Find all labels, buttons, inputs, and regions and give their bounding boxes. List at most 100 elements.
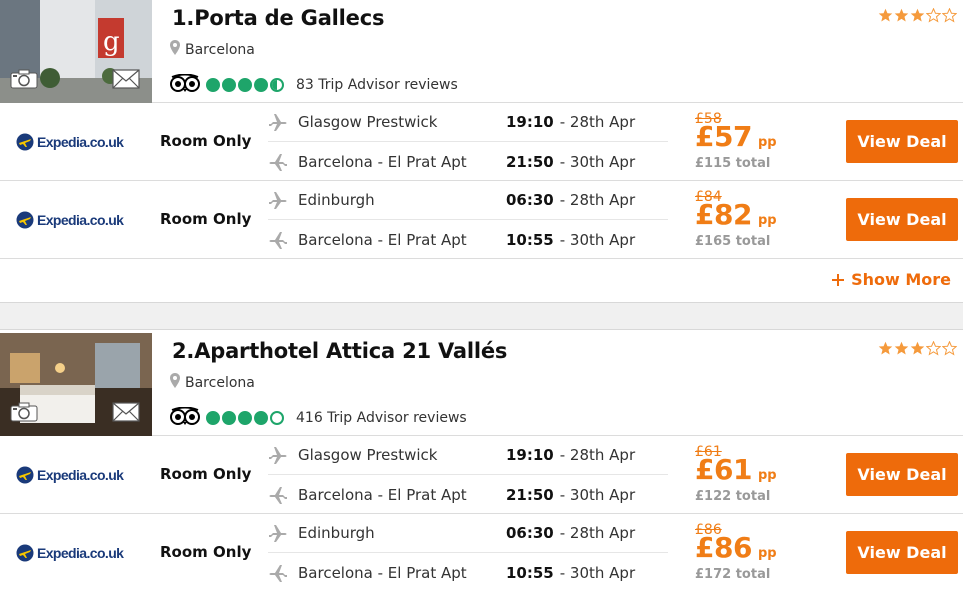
- provider-logo[interactable]: Expedia.co.uk: [16, 133, 124, 151]
- outbound-flight: Edinburgh 06:30 - 28th Apr: [268, 514, 668, 553]
- show-more-link[interactable]: Show More: [831, 270, 951, 289]
- card-separator: [0, 302, 963, 330]
- board-type: Room Only: [160, 543, 252, 561]
- return-flight: Barcelona - El Prat Apt 10:55 - 30th Apr: [268, 220, 668, 259]
- provider-name: Expedia.co.uk: [37, 545, 124, 561]
- tripadvisor-owl-icon: [170, 73, 200, 96]
- rating-bubble: [238, 78, 252, 92]
- star-icon: [894, 8, 909, 22]
- departure-time: 19:10: [506, 446, 554, 464]
- camera-icon[interactable]: [10, 402, 38, 426]
- rating-bubble: [238, 411, 252, 425]
- board-type: Room Only: [160, 210, 252, 228]
- provider-logo[interactable]: Expedia.co.uk: [16, 211, 124, 229]
- show-more-label: Show More: [851, 270, 951, 289]
- tripadvisor-rating: [206, 78, 284, 92]
- mail-icon[interactable]: [112, 69, 140, 93]
- departure-airport: Edinburgh: [298, 191, 375, 209]
- star-outline-icon: [942, 8, 957, 23]
- rating-bubble: [270, 78, 284, 92]
- rating-bubble: [222, 78, 236, 92]
- departure-airport: Glasgow Prestwick: [298, 113, 438, 131]
- total-price: £115 total: [695, 156, 771, 171]
- hotel-location: Barcelona: [170, 40, 255, 59]
- hotel-reviews[interactable]: 416 Trip Advisor reviews: [170, 406, 467, 429]
- plane-landing-icon: [269, 231, 287, 249]
- star-icon: [878, 8, 893, 22]
- provider-name: Expedia.co.uk: [37, 134, 124, 150]
- departure-time: 06:30: [506, 191, 554, 209]
- pp-label: pp: [757, 213, 777, 228]
- location-text: Barcelona: [185, 374, 255, 391]
- rating-bubble: [254, 411, 268, 425]
- expedia-plane-icon: [16, 133, 34, 151]
- hotel-star-rating: [878, 341, 957, 356]
- return-airport: Barcelona - El Prat Apt: [298, 230, 467, 249]
- board-type: Room Only: [160, 465, 252, 483]
- star-outline-icon: [926, 8, 941, 23]
- plane-takeoff-icon: [269, 525, 287, 542]
- departure-airport: Glasgow Prestwick: [298, 446, 438, 464]
- deal-row: Expedia.co.uk Room Only Glasgow Prestwic…: [0, 103, 963, 181]
- camera-icon[interactable]: [10, 69, 38, 93]
- price-per-person: £82: [695, 198, 752, 231]
- return-date: - 30th Apr: [559, 152, 636, 171]
- departure-time: 06:30: [506, 524, 554, 542]
- departure-date: - 28th Apr: [559, 113, 636, 131]
- departure-date: - 28th Apr: [559, 446, 636, 464]
- view-deal-button[interactable]: View Deal: [846, 453, 958, 496]
- hotel-title[interactable]: 2.Aparthotel Attica 21 Vallés: [172, 339, 507, 363]
- plane-landing-icon: [269, 564, 287, 582]
- return-flight: Barcelona - El Prat Apt 21:50 - 30th Apr: [268, 142, 668, 181]
- price-block: £86 £86 pp £172 total: [695, 523, 815, 583]
- tripadvisor-owl-icon: [170, 406, 200, 429]
- price-per-person: £86: [695, 531, 752, 564]
- hotel-star-rating: [878, 8, 957, 23]
- expedia-plane-icon: [16, 211, 34, 229]
- return-time: 21:50: [506, 485, 554, 504]
- return-date: - 30th Apr: [559, 230, 636, 249]
- rating-bubble: [222, 411, 236, 425]
- tripadvisor-rating: [206, 411, 284, 425]
- hotel-reviews[interactable]: 83 Trip Advisor reviews: [170, 73, 458, 96]
- star-outline-icon: [942, 341, 957, 356]
- hotel-card: g 1.Porta de Gallecs Barcelona 83 Trip A…: [0, 0, 963, 301]
- total-price: £172 total: [695, 567, 771, 582]
- plus-icon: [832, 273, 845, 286]
- star-icon: [878, 341, 893, 355]
- view-deal-button[interactable]: View Deal: [846, 198, 958, 241]
- view-deal-button[interactable]: View Deal: [846, 531, 958, 574]
- location-text: Barcelona: [185, 41, 255, 58]
- return-airport: Barcelona - El Prat Apt: [298, 485, 467, 504]
- provider-logo[interactable]: Expedia.co.uk: [16, 544, 124, 562]
- hotel-title[interactable]: 1.Porta de Gallecs: [172, 6, 384, 30]
- rating-bubble: [206, 78, 220, 92]
- hotel-header: g 1.Porta de Gallecs Barcelona 83 Trip A…: [0, 0, 963, 103]
- rating-bubble: [254, 78, 268, 92]
- return-flight: Barcelona - El Prat Apt 21:50 - 30th Apr: [268, 475, 668, 514]
- price-per-person: £61: [695, 453, 752, 486]
- return-airport: Barcelona - El Prat Apt: [298, 563, 467, 582]
- hotel-photo[interactable]: [0, 333, 152, 436]
- total-price: £122 total: [695, 489, 771, 504]
- price-block: £61 £61 pp £122 total: [695, 445, 815, 505]
- outbound-flight: Edinburgh 06:30 - 28th Apr: [268, 181, 668, 220]
- deal-row: Expedia.co.uk Room Only Edinburgh 06:30 …: [0, 514, 963, 590]
- provider-logo[interactable]: Expedia.co.uk: [16, 466, 124, 484]
- return-flight: Barcelona - El Prat Apt 10:55 - 30th Apr: [268, 553, 668, 590]
- star-icon: [910, 341, 925, 355]
- mail-icon[interactable]: [112, 402, 140, 426]
- return-date: - 30th Apr: [559, 485, 636, 504]
- location-pin-icon: [170, 373, 180, 392]
- rating-bubble: [270, 411, 284, 425]
- review-count: 416 Trip Advisor reviews: [296, 410, 467, 426]
- svg-text:g: g: [103, 27, 120, 57]
- provider-name: Expedia.co.uk: [37, 467, 124, 483]
- hotel-photo[interactable]: g: [0, 0, 152, 103]
- plane-landing-icon: [269, 153, 287, 171]
- pp-label: pp: [757, 468, 777, 483]
- outbound-flight: Glasgow Prestwick 19:10 - 28th Apr: [268, 103, 668, 142]
- star-outline-icon: [926, 341, 941, 356]
- pp-label: pp: [757, 135, 777, 150]
- view-deal-button[interactable]: View Deal: [846, 120, 958, 163]
